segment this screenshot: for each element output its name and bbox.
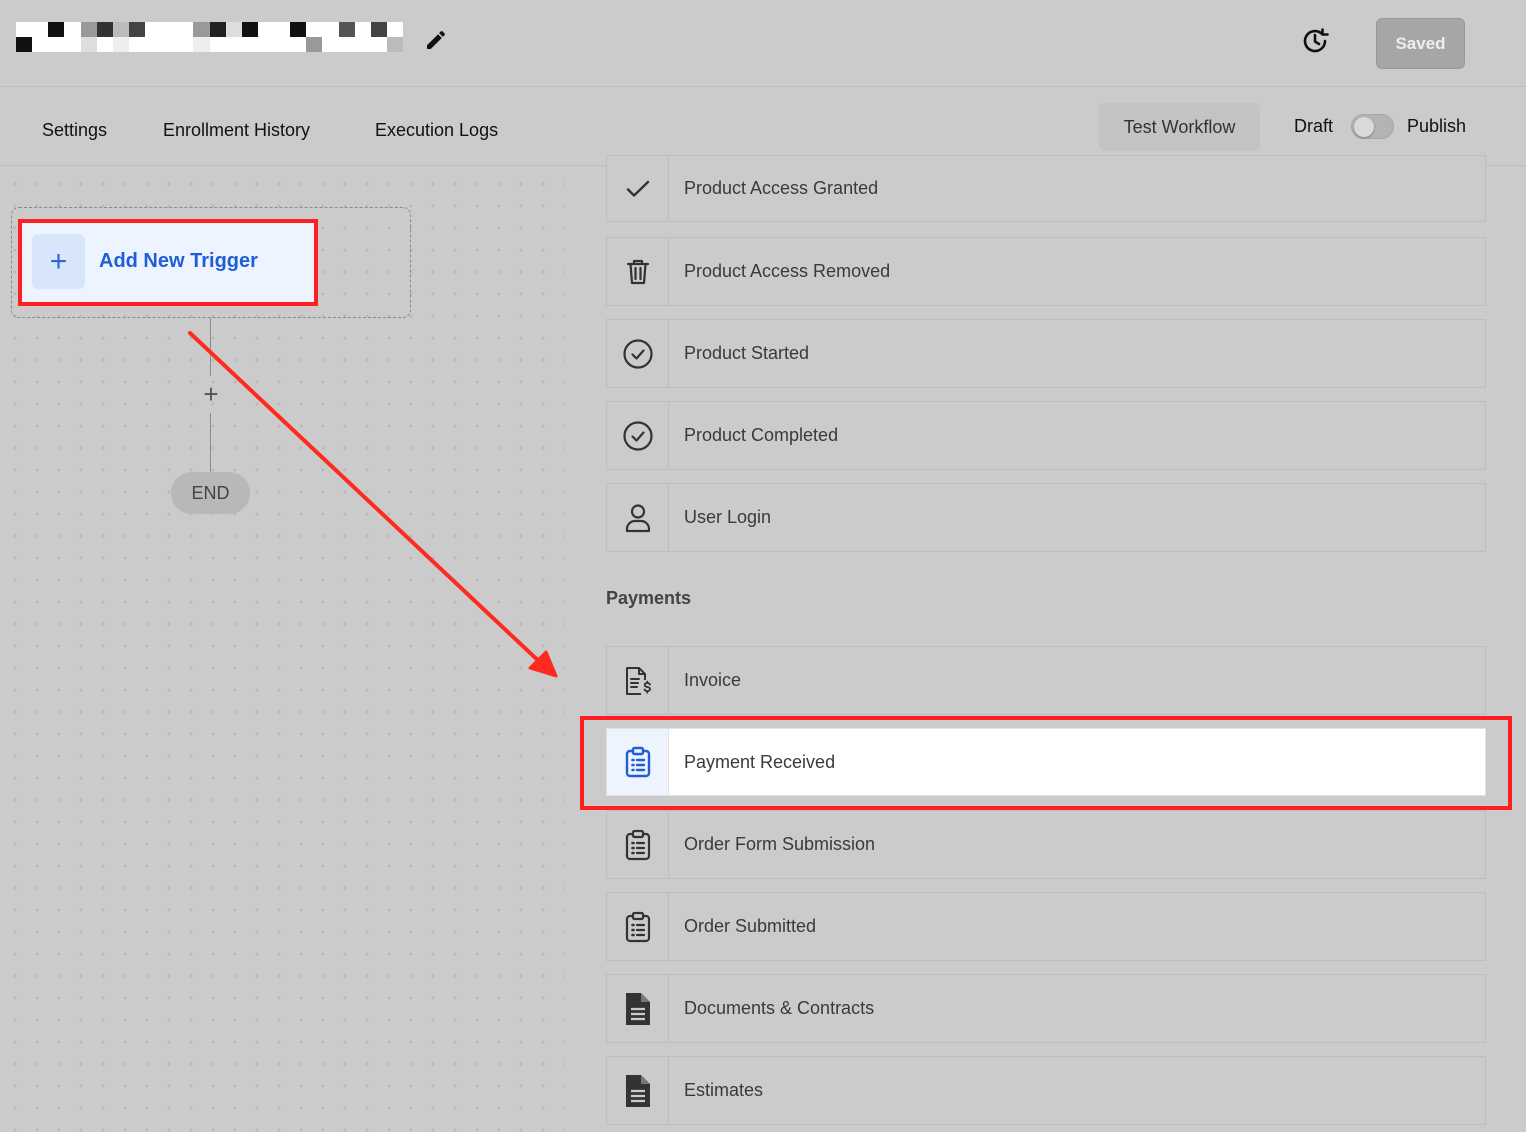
trigger-item-product-access-removed[interactable]: Product Access Removed — [606, 237, 1486, 306]
clipboard-list-icon — [607, 893, 669, 960]
plus-icon[interactable]: + — [32, 234, 85, 289]
workflow-title-redacted[interactable] — [16, 22, 403, 52]
trigger-item-payment-received[interactable]: Payment Received — [606, 728, 1486, 796]
document-icon — [607, 1057, 669, 1124]
saved-button[interactable]: Saved — [1376, 18, 1465, 69]
trigger-item-label: Product Access Granted — [684, 178, 879, 198]
edit-pencil-icon[interactable] — [424, 28, 448, 52]
trigger-item-invoice[interactable]: Invoice — [606, 646, 1486, 715]
trigger-item-label: Product Started — [684, 343, 810, 363]
trigger-item-product-completed[interactable]: Product Completed — [606, 401, 1486, 470]
trigger-item-label: Estimates — [684, 1080, 764, 1100]
draft-label: Draft — [1294, 116, 1334, 136]
invoice-icon — [607, 647, 669, 714]
trigger-item-estimates[interactable]: Estimates — [606, 1056, 1486, 1125]
trigger-item-order-submitted[interactable]: Order Submitted — [606, 892, 1486, 961]
trigger-item-product-access-granted[interactable]: Product Access Granted — [606, 155, 1486, 222]
section-title-payments: Payments — [606, 588, 692, 608]
tab-settings[interactable]: Settings — [42, 120, 107, 141]
trigger-item-label: Payment Received — [684, 751, 836, 772]
connector-line — [210, 318, 211, 376]
trigger-item-label: Product Completed — [684, 425, 839, 445]
clipboard-list-icon — [607, 729, 669, 795]
document-icon — [607, 975, 669, 1042]
trigger-item-order-form-submission[interactable]: Order Form Submission — [606, 810, 1486, 879]
trigger-item-label: User Login — [684, 507, 772, 527]
check-icon — [607, 156, 669, 221]
check-circle-icon — [607, 320, 669, 387]
publish-toggle[interactable] — [1351, 114, 1394, 139]
add-step-plus-icon[interactable]: + — [197, 379, 225, 409]
connector-line — [210, 413, 211, 472]
trigger-item-label: Order Form Submission — [684, 834, 876, 854]
version-history-icon[interactable] — [1298, 24, 1332, 58]
trigger-item-label: Order Submitted — [684, 916, 817, 936]
tab-execution-logs[interactable]: Execution Logs — [375, 120, 498, 141]
toggle-knob — [1354, 117, 1374, 137]
clipboard-list-icon — [607, 811, 669, 878]
trigger-item-label: Documents & Contracts — [684, 998, 875, 1018]
tab-enrollment-history[interactable]: Enrollment History — [163, 120, 310, 141]
trigger-item-user-login[interactable]: User Login — [606, 483, 1486, 552]
user-icon — [607, 484, 669, 551]
check-circle-icon — [607, 402, 669, 469]
add-new-trigger-label[interactable]: Add New Trigger — [99, 250, 258, 273]
end-node: END — [171, 472, 250, 514]
trigger-item-label: Invoice — [684, 670, 742, 690]
trigger-item-product-started[interactable]: Product Started — [606, 319, 1486, 388]
publish-label: Publish — [1407, 116, 1467, 136]
trigger-item-documents-contracts[interactable]: Documents & Contracts — [606, 974, 1486, 1043]
top-bar: Saved — [0, 0, 1526, 87]
test-workflow-button[interactable]: Test Workflow — [1099, 103, 1260, 151]
trash-icon — [607, 238, 669, 305]
trigger-item-label: Product Access Removed — [684, 261, 891, 281]
